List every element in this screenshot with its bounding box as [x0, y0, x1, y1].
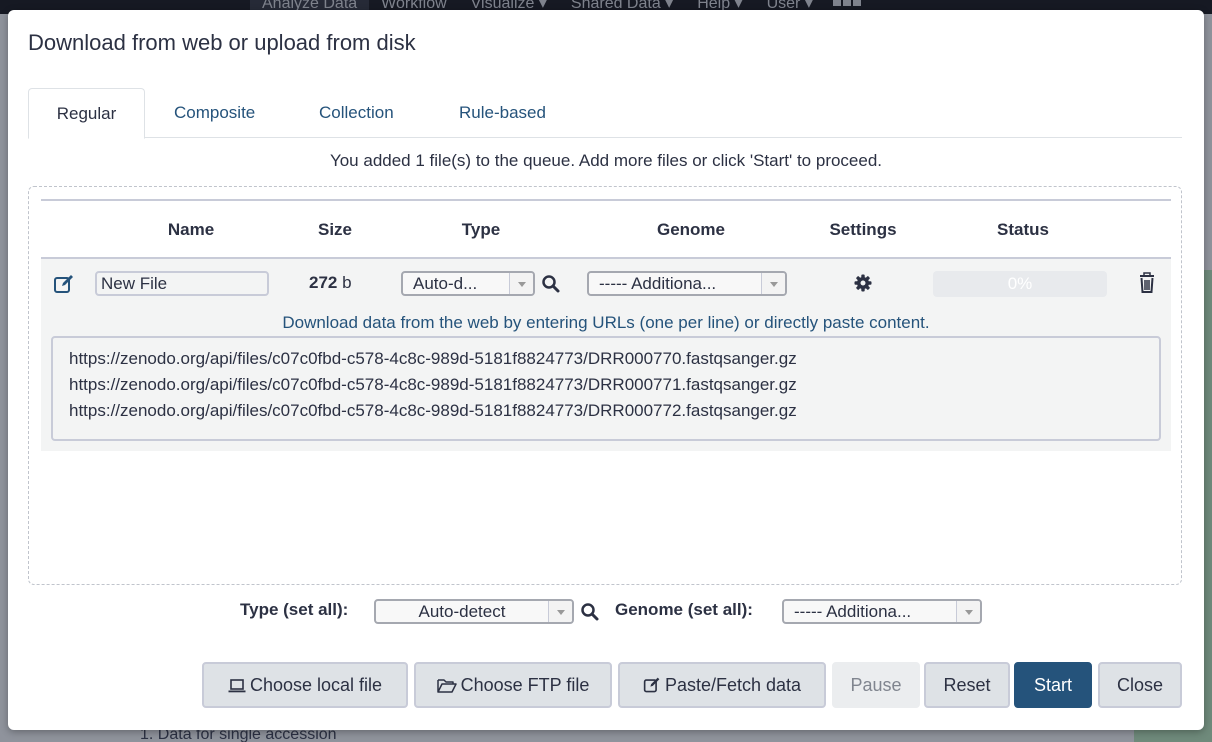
type-set-all-label: Type (set all):: [240, 600, 349, 619]
column-settings: Settings: [829, 220, 897, 239]
column-size: Size: [317, 220, 353, 239]
column-genome: Genome: [656, 220, 726, 239]
trash-icon[interactable]: [1137, 272, 1157, 294]
chevron-down-icon: [761, 273, 785, 294]
upload-table-header: Name Size Type Genome Settings Status: [41, 199, 1171, 259]
chevron-down-icon: [548, 601, 572, 622]
folder-open-icon: [436, 679, 457, 693]
search-icon[interactable]: [580, 602, 600, 622]
tab-collection[interactable]: Collection: [303, 88, 410, 138]
gear-icon[interactable]: [853, 273, 873, 293]
paste-fetch-data-button[interactable]: Paste/Fetch data: [618, 662, 826, 708]
choose-ftp-file-button[interactable]: Choose FTP file: [414, 662, 612, 708]
genome-set-all-value: ----- Additiona...: [794, 602, 912, 621]
type-set-all-select[interactable]: Auto-detect: [374, 599, 574, 624]
apps-grid-icon[interactable]: [832, 0, 863, 8]
upload-modal: Download from web or upload from disk Re…: [8, 10, 1204, 730]
paste-fetch-data-label: Paste/Fetch data: [664, 675, 802, 695]
type-set-all-value: Auto-detect: [418, 602, 506, 621]
tab-composite[interactable]: Composite: [158, 88, 271, 138]
edit-icon: [643, 677, 660, 693]
chevron-down-icon: [956, 601, 980, 622]
url-paste-textarea[interactable]: [51, 336, 1161, 441]
file-name-input[interactable]: [95, 271, 269, 296]
pause-button[interactable]: Pause: [832, 662, 920, 708]
search-icon[interactable]: [541, 274, 561, 294]
url-hint: Download data from the web by entering U…: [282, 313, 930, 332]
queue-message: You added 1 file(s) to the queue. Add mo…: [329, 151, 883, 170]
tab-rule-based[interactable]: Rule-based: [443, 88, 562, 138]
laptop-icon: [228, 679, 246, 693]
genome-set-all-label: Genome (set all):: [615, 600, 753, 619]
tab-regular[interactable]: Regular: [28, 88, 145, 139]
modal-title: Download from web or upload from disk: [28, 30, 416, 55]
column-type: Type: [461, 220, 501, 239]
upload-progress-bar: 0%: [933, 271, 1107, 297]
column-name: Name: [167, 220, 215, 239]
reset-button[interactable]: Reset: [924, 662, 1010, 708]
file-genome-value: ----- Additiona...: [599, 274, 717, 293]
choose-ftp-file-label: Choose FTP file: [460, 675, 590, 695]
genome-set-all-select[interactable]: ----- Additiona...: [782, 599, 982, 624]
column-status: Status: [997, 220, 1049, 239]
edit-icon[interactable]: [53, 273, 75, 295]
close-button[interactable]: Close: [1098, 662, 1182, 708]
file-genome-select[interactable]: ----- Additiona...: [587, 271, 787, 296]
file-size: 272 b: [309, 273, 352, 293]
upload-dropzone[interactable]: Name Size Type Genome Settings Status 27…: [28, 186, 1182, 585]
choose-local-file-label: Choose local file: [249, 675, 383, 695]
file-type-select[interactable]: Auto-d...: [401, 271, 535, 296]
chevron-down-icon: [509, 273, 533, 294]
file-size-value: 272: [309, 273, 338, 292]
file-size-unit: b: [342, 273, 352, 292]
background-left-panel: [0, 14, 8, 742]
upload-tabs: Regular Composite Collection Rule-based: [28, 88, 1182, 139]
start-button[interactable]: Start: [1014, 662, 1092, 708]
file-type-value: Auto-d...: [413, 274, 478, 293]
upload-row: 272 b Auto-d... ----- Additiona...: [41, 259, 1171, 451]
choose-local-file-button[interactable]: Choose local file: [202, 662, 408, 708]
